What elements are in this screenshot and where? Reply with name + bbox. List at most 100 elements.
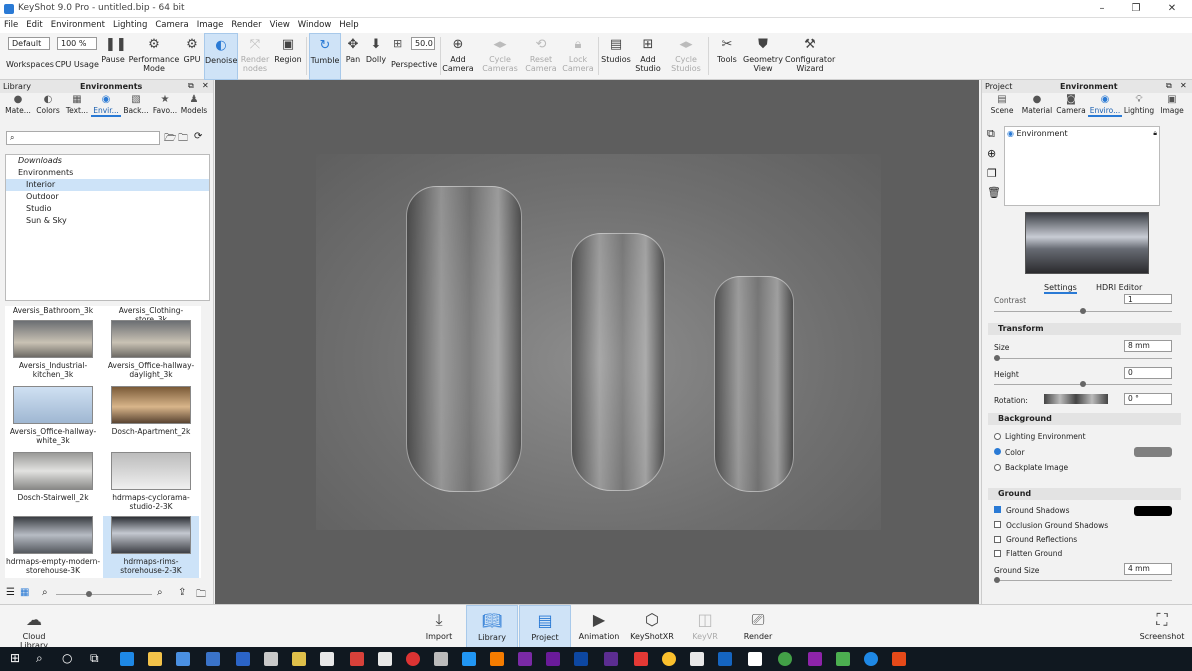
menu-environment[interactable]: Environment <box>47 18 109 30</box>
render-image[interactable] <box>316 154 881 530</box>
list-view-icon[interactable]: ☰ <box>6 587 15 598</box>
render-nodes-button[interactable]: ⤧ Render nodes <box>239 33 271 80</box>
menu-image[interactable]: Image <box>193 18 228 30</box>
slider-knob[interactable] <box>86 591 92 597</box>
background-color-swatch[interactable] <box>1134 447 1172 457</box>
tree-item-interior[interactable]: Interior <box>6 179 209 191</box>
restore-icon[interactable]: ❐ <box>1126 1 1146 17</box>
undock-icon[interactable]: ⧉ <box>1166 81 1172 91</box>
app-icon[interactable] <box>350 652 364 666</box>
tab-lighting[interactable]: 💡︎ Lighting <box>1123 94 1155 115</box>
folder-add-icon[interactable]: 🗀 <box>178 131 188 148</box>
gpu-button[interactable]: ⚙ GPU <box>181 33 203 80</box>
env-thumbnail[interactable]: Aversis_Office-hallway-daylight_3k <box>103 320 199 379</box>
denoise-button[interactable]: ◐ Denoise <box>204 33 238 80</box>
app-icon[interactable] <box>748 652 762 666</box>
tree-item-downloads[interactable]: Downloads <box>6 155 209 167</box>
tab-models[interactable]: ♟ Models <box>179 94 209 115</box>
chrome-icon[interactable] <box>662 652 676 666</box>
rotation-field[interactable]: 0 ° <box>1124 393 1172 405</box>
bg-color-radio[interactable] <box>994 448 1001 455</box>
cycle-cameras-button[interactable]: ◂▸ Cycle Cameras <box>482 33 518 80</box>
app-icon[interactable] <box>690 652 704 666</box>
app-icon[interactable] <box>320 652 334 666</box>
menu-window[interactable]: Window <box>294 18 336 30</box>
rotation-dial[interactable] <box>1044 394 1108 404</box>
configurator-wizard-button[interactable]: ⚒ Configurator Wizard <box>785 33 835 80</box>
add-camera-button[interactable]: ⊕ Add Camera <box>442 33 474 80</box>
app-icon[interactable] <box>518 652 532 666</box>
windows-start-icon[interactable]: ⊞ <box>10 651 20 665</box>
screenshot-button[interactable]: ⛶ Screenshot <box>1136 605 1188 648</box>
undock-icon[interactable]: ⧉ <box>188 81 194 91</box>
add-studio-button[interactable]: ⊞ Add Studio <box>634 33 662 80</box>
tree-item-environments[interactable]: Environments <box>6 167 209 179</box>
height-field[interactable]: 0 <box>1124 367 1172 379</box>
render-viewport[interactable] <box>215 80 979 604</box>
dolly-button[interactable]: ⬇ Dolly <box>365 33 387 80</box>
app-icon[interactable] <box>406 652 420 666</box>
env-thumbnail[interactable]: Dosch-Apartment_2k <box>103 386 199 436</box>
menu-camera[interactable]: Camera <box>151 18 192 30</box>
tab-image[interactable]: ▣ Image <box>1156 94 1188 115</box>
thumbnail-size-slider[interactable] <box>56 594 152 595</box>
menu-view[interactable]: View <box>266 18 294 30</box>
ground-size-field[interactable]: 4 mm <box>1124 563 1172 575</box>
app-icon[interactable] <box>434 652 448 666</box>
copy-environment-icon[interactable]: ❐ <box>987 167 997 180</box>
tumble-button[interactable]: ↻ Tumble <box>309 33 341 80</box>
project-button[interactable]: ▤ Project <box>519 605 571 648</box>
app-icon[interactable] <box>604 652 618 666</box>
import-button[interactable]: ⤓ Import <box>413 605 465 648</box>
pause-button[interactable]: ❚❚ Pause <box>100 33 127 80</box>
cortana-icon[interactable]: ○ <box>62 651 72 665</box>
app-icon[interactable] <box>864 652 878 666</box>
tab-textures[interactable]: ▦ Text... <box>62 94 92 115</box>
close-icon[interactable]: ✕ <box>1162 1 1182 17</box>
library-button[interactable]: 📖︎ Library <box>466 605 518 648</box>
menu-edit[interactable]: Edit <box>22 18 46 30</box>
grid-view-icon[interactable]: ▦ <box>20 587 29 598</box>
app-icon[interactable] <box>778 652 792 666</box>
pan-button[interactable]: ✥ Pan <box>342 33 364 80</box>
close-panel-icon[interactable]: ✕ <box>1180 81 1187 90</box>
tab-colors[interactable]: ◐ Colors <box>33 94 63 115</box>
app-icon[interactable] <box>718 652 732 666</box>
hdri-preview[interactable] <box>1025 212 1149 274</box>
keyshot-taskbar-icon[interactable] <box>892 652 906 666</box>
tab-backplates[interactable]: ▧ Back... <box>121 94 151 115</box>
edge-icon[interactable] <box>120 652 134 666</box>
tab-materials[interactable]: ● Mate... <box>3 94 33 115</box>
env-thumbnail-selected[interactable]: hdrmaps-rims-storehouse-2-3K <box>103 516 199 578</box>
keyvr-button[interactable]: ◫ KeyVR <box>679 605 731 648</box>
folder-icon[interactable]: 🗀 <box>196 587 206 604</box>
app-icon[interactable] <box>264 652 278 666</box>
environment-list-item[interactable]: ◉ Environment 🔒︎ <box>1007 129 1157 138</box>
background-section-header[interactable]: Background <box>988 413 1181 425</box>
slider-knob[interactable] <box>1080 381 1086 387</box>
reset-camera-button[interactable]: ⟲ Reset Camera <box>524 33 558 80</box>
keyshotxr-button[interactable]: ⬡ KeyShotXR <box>626 605 678 648</box>
occlusion-shadows-checkbox[interactable] <box>994 521 1001 528</box>
app-icon[interactable] <box>236 652 250 666</box>
zoom-in-icon[interactable]: ⌕ <box>157 587 163 598</box>
region-button[interactable]: ▣ Region <box>273 33 303 80</box>
cycle-studios-button[interactable]: ◂▸ Cycle Studios <box>668 33 704 80</box>
ground-reflections-checkbox[interactable] <box>994 536 1001 543</box>
size-slider[interactable] <box>994 358 1172 359</box>
tab-hdri-editor[interactable]: HDRI Editor <box>1096 283 1142 292</box>
menu-render[interactable]: Render <box>227 18 265 30</box>
library-search-input[interactable]: ⌕ <box>6 131 160 145</box>
ground-shadow-color-swatch[interactable] <box>1134 506 1172 516</box>
menu-file[interactable]: File <box>0 18 22 30</box>
env-thumbnail[interactable]: Aversis_Office-hallway-white_3k <box>5 386 101 445</box>
close-panel-icon[interactable]: ✕ <box>202 81 209 90</box>
slider-knob[interactable] <box>994 355 1000 361</box>
app-icon[interactable] <box>634 652 648 666</box>
add-environment-icon[interactable]: ⊕ <box>987 147 996 160</box>
env-thumbnail[interactable]: Aversis_Industrial-kitchen_3k <box>5 320 101 379</box>
tree-item-sun-sky[interactable]: Sun & Sky <box>6 215 209 227</box>
zoom-out-icon[interactable]: ⌕ <box>42 587 48 598</box>
menu-help[interactable]: Help <box>335 18 362 30</box>
lock-icon[interactable]: 🔒︎ <box>1153 129 1157 138</box>
